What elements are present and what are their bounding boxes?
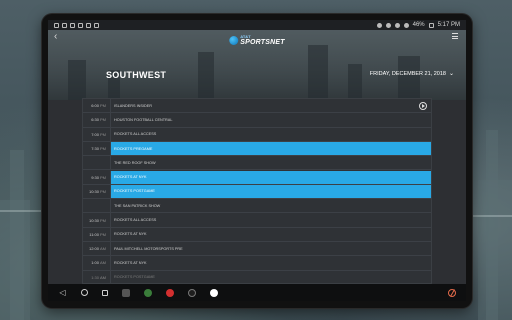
time-ampm: PM [100, 131, 106, 137]
time-ampm: PM [100, 174, 106, 180]
schedule-time: 1:30 AM [83, 270, 111, 283]
notification-icon [54, 22, 59, 28]
time-value: 10:30 [88, 217, 99, 223]
app-clock-icon[interactable] [210, 288, 218, 297]
schedule-row[interactable]: 7:00 PM ROCKETS ALL ACCESS [83, 127, 431, 142]
notification-icon [70, 22, 75, 28]
schedule-row[interactable]: THE RED ROOF SHOW [83, 156, 431, 171]
recents-icon[interactable] [102, 289, 108, 296]
program-title: THE SAN PATRICK SHOW [114, 203, 161, 208]
program-title: THE RED ROOF SHOW [114, 160, 156, 165]
time-ampm: AM [100, 260, 106, 266]
signal-icon [403, 22, 409, 28]
app-header: ‹ AT&T SPORTSNET SOUTHWEST FRIDAY, DECEM… [48, 30, 466, 100]
schedule-row[interactable]: 12:00 AM PAUL MITCHELL MOTORSPORTS PRE [83, 242, 431, 257]
back-icon[interactable]: ◁ [58, 288, 67, 297]
schedule-time: 10:30 PM [83, 213, 111, 227]
time-value: 10:30 [88, 188, 99, 194]
notification-icon [62, 22, 67, 28]
app-red-icon[interactable] [166, 288, 174, 297]
android-nav-bar: ◁ [48, 284, 466, 301]
schedule-row[interactable]: 11:00 PM ROCKETS AT NYK [83, 227, 431, 242]
time-ampm: AM [100, 246, 106, 252]
time-value: 11:00 [89, 231, 99, 237]
att-globe-icon [229, 36, 239, 45]
time-ampm: PM [100, 217, 106, 223]
notification-icon [78, 22, 83, 28]
screen-off-icon[interactable] [448, 288, 456, 297]
time-value: 6:30 [91, 117, 99, 123]
schedule-time: 6:00 PM [83, 99, 111, 113]
program-title: ROCKETS ALL ACCESS [114, 218, 157, 223]
home-icon[interactable] [81, 289, 88, 296]
program-title: ROCKETS AT NYK [111, 170, 431, 184]
app-grid-icon[interactable] [122, 288, 130, 297]
time-ampm: PM [100, 146, 106, 152]
location-icon [385, 22, 391, 28]
time-value: 7:00 [91, 131, 99, 137]
time-value: 1:30 [91, 274, 99, 280]
time-value: 1:00 [91, 260, 99, 266]
logo-sportsnet-text: SPORTSNET [240, 39, 285, 46]
program-title: ROCKETS PREGAME [111, 141, 431, 156]
schedule-time: 11:00 PM [83, 227, 111, 241]
program-title: HOUSTON FOOTBALL CENTRAL [114, 117, 173, 122]
program-title: ISLANDERS INSIDER [114, 103, 152, 108]
clock: 5:17 PM [437, 22, 460, 28]
notification-icon [86, 22, 91, 28]
schedule-row[interactable]: 9:30 PM ROCKETS AT NYK [83, 170, 431, 185]
schedule-row[interactable]: 1:30 AM ROCKETS POSTGAME [83, 270, 431, 283]
schedule-time: 7:30 PM [83, 141, 111, 156]
program-title: ROCKETS POSTGAME [114, 275, 155, 280]
status-bar: 46% 5:17 PM [48, 20, 466, 30]
schedule-time: 10:30 PM [83, 184, 111, 199]
schedule-list[interactable]: 6:00 PM ISLANDERS INSIDER 6:30 PM HOUSTON FOO… [82, 98, 432, 284]
schedule-time [83, 156, 111, 170]
program-title: PAUL MITCHELL MOTORSPORTS PRE [114, 246, 183, 251]
notification-icon [94, 22, 99, 28]
chevron-down-icon: ⌄ [448, 71, 454, 77]
play-circle-icon[interactable] [419, 101, 427, 110]
time-value: 9:30 [91, 174, 99, 180]
app-green-icon[interactable] [144, 288, 152, 297]
battery-icon [428, 22, 434, 28]
schedule-time: 12:00 AM [83, 242, 111, 256]
program-title: ROCKETS AT NYK [114, 260, 147, 265]
time-value: 7:30 [91, 146, 99, 152]
back-arrow-icon[interactable]: ‹ [54, 32, 57, 42]
region-title: SOUTHWEST [106, 70, 167, 80]
program-title: ROCKETS AT NYK [114, 232, 147, 237]
menu-icon[interactable] [452, 33, 458, 39]
time-ampm: PM [100, 231, 106, 237]
schedule-time: 1:00 AM [83, 256, 111, 270]
schedule-row[interactable]: 1:00 AM ROCKETS AT NYK [83, 256, 431, 271]
schedule-row[interactable]: 6:00 PM ISLANDERS INSIDER [83, 99, 431, 114]
app-logo: AT&T SPORTSNET [229, 35, 285, 46]
schedule-time: 7:00 PM [83, 127, 111, 141]
schedule-time: 6:30 PM [83, 113, 111, 127]
schedule-row[interactable]: 10:30 PM ROCKETS POSTGAME [83, 184, 431, 200]
time-ampm: AM [100, 274, 106, 280]
wifi-icon [394, 22, 400, 28]
date-selector[interactable]: FRIDAY, DECEMBER 21, 2018 ⌄ [369, 70, 454, 78]
schedule-row[interactable]: THE SAN PATRICK SHOW [83, 199, 431, 214]
time-value: 6:00 [91, 103, 99, 109]
program-title: ROCKETS ALL ACCESS [114, 132, 157, 137]
schedule-row[interactable]: 6:30 PM HOUSTON FOOTBALL CENTRAL [83, 113, 431, 128]
time-value: 12:00 [88, 246, 99, 252]
time-ampm: PM [100, 188, 106, 194]
schedule-time: 9:30 PM [83, 170, 111, 184]
battery-level: 46% [412, 22, 425, 28]
device-screen: 46% 5:17 PM ‹ AT&T SPORTSNET SOUTHWEST F… [48, 20, 466, 301]
schedule-row[interactable]: 7:30 PM ROCKETS PREGAME [83, 141, 431, 157]
bluetooth-icon [376, 22, 382, 28]
schedule-time [83, 199, 111, 213]
program-title: ROCKETS POSTGAME [111, 184, 431, 199]
time-ampm: PM [100, 103, 106, 109]
app-dark-icon[interactable] [188, 288, 196, 297]
schedule-row[interactable]: 10:30 PM ROCKETS ALL ACCESS [83, 213, 431, 228]
time-ampm: PM [100, 117, 106, 123]
date-label: FRIDAY, DECEMBER 21, 2018 [369, 70, 446, 77]
